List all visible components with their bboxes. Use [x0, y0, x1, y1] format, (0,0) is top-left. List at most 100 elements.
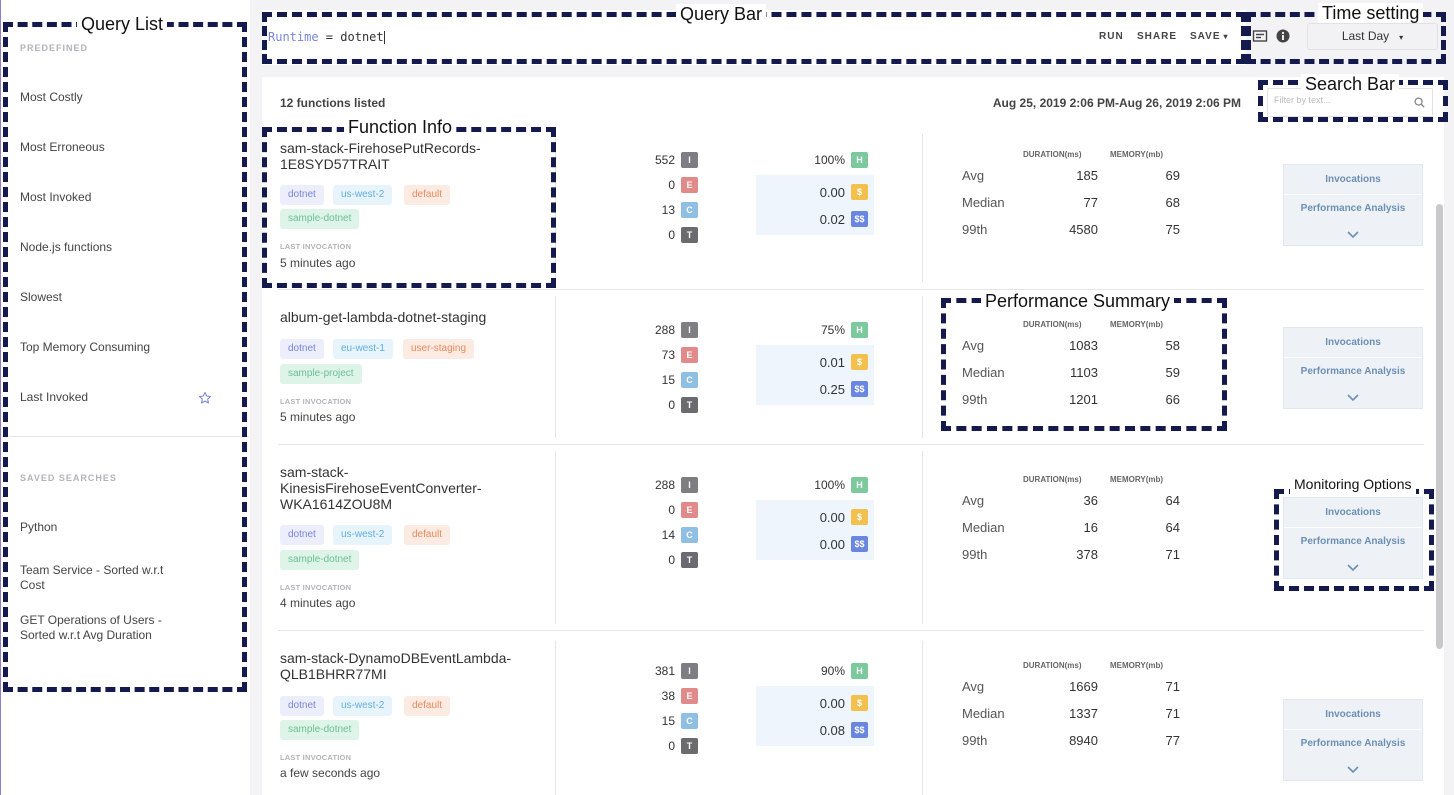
- tag-project[interactable]: sample-dotnet: [280, 720, 360, 740]
- invocations-count: 288: [654, 323, 675, 337]
- performance-analysis-button[interactable]: Performance Analysis: [1284, 729, 1422, 757]
- avg-label: Avg: [962, 679, 985, 694]
- last-invocation-label: LAST INVOCATION: [280, 753, 352, 762]
- tag-runtime[interactable]: dotnet: [280, 525, 324, 545]
- avg-label: Avg: [962, 493, 985, 508]
- column-divider: [922, 641, 923, 795]
- cost-total-value: 0.08: [819, 723, 845, 738]
- invocations-button[interactable]: Invocations: [1284, 701, 1422, 729]
- memory-header: MEMORY(mb): [1110, 150, 1164, 159]
- cost-value: 0.00: [819, 510, 845, 525]
- scrollbar[interactable]: [1436, 204, 1443, 649]
- median-memory: 68: [1165, 195, 1180, 210]
- function-row[interactable]: sam-stack-DynamoDBEventLambda-QLB1BHRR77…: [262, 631, 1424, 795]
- timeouts-count: 0: [668, 553, 675, 567]
- median-label: Median: [962, 520, 1005, 535]
- cost-total-value: 0.02: [819, 212, 845, 227]
- p99-memory: 77: [1165, 733, 1180, 748]
- expand-chevron-icon[interactable]: [1284, 226, 1422, 244]
- p99-label: 99th: [962, 222, 988, 237]
- last-invocation-label: LAST INVOCATION: [280, 583, 352, 592]
- health-value: 90%: [820, 664, 845, 678]
- p99-duration: 378: [1076, 547, 1098, 562]
- query-bar-annotation-label: Query Bar: [676, 4, 767, 24]
- functions-count: 12 functions listed: [280, 96, 386, 110]
- expand-chevron-icon[interactable]: [1284, 761, 1422, 779]
- search-bar-annotation-label: Search Bar: [1301, 74, 1400, 94]
- errors-count: 38: [661, 689, 675, 703]
- duration-header: DURATION(ms): [1023, 661, 1082, 670]
- invocations-button[interactable]: Invocations: [1284, 166, 1422, 194]
- cold-starts-count: 13: [661, 203, 675, 217]
- column-divider: [555, 451, 556, 624]
- cold-starts-count: 14: [661, 528, 675, 542]
- function-row[interactable]: album-get-lambda-dotnet-staging dotnet e…: [262, 290, 1424, 444]
- tag-region[interactable]: us-west-2: [333, 696, 393, 716]
- date-range: Aug 25, 2019 2:06 PM-Aug 26, 2019 2:06 P…: [992, 96, 1241, 110]
- monitoring-options-annotation-box: [1274, 489, 1434, 591]
- last-invocation-value: a few seconds ago: [280, 766, 381, 780]
- timeouts-count: 0: [668, 228, 675, 242]
- performance-analysis-button[interactable]: Performance Analysis: [1284, 357, 1422, 385]
- monitoring-options: Invocations Performance Analysis: [1283, 699, 1423, 781]
- avg-duration: 1669: [1069, 679, 1098, 694]
- tag-region[interactable]: us-west-2: [333, 525, 393, 545]
- tag-region[interactable]: eu-west-1: [333, 339, 393, 359]
- errors-badge: E: [681, 688, 698, 704]
- expand-chevron-icon[interactable]: [1284, 389, 1422, 407]
- tag-environment[interactable]: default: [404, 696, 451, 716]
- timeouts-count: 0: [668, 739, 675, 753]
- last-invocation-value: 4 minutes ago: [280, 596, 356, 610]
- avg-memory: 69: [1165, 168, 1180, 183]
- cost-total-value: 0.25: [819, 382, 845, 397]
- timeouts-badge: T: [681, 552, 698, 568]
- p99-memory: 71: [1165, 547, 1180, 562]
- memory-header: MEMORY(mb): [1110, 661, 1164, 670]
- health-value: 100%: [814, 478, 845, 492]
- invocations-button[interactable]: Invocations: [1284, 329, 1422, 357]
- cost-value: 0.00: [819, 185, 845, 200]
- health-badge: H: [851, 152, 868, 168]
- cost-value: 0.00: [819, 696, 845, 711]
- p99-label: 99th: [962, 547, 988, 562]
- monitoring-options-annotation-label: Monitoring Options: [1290, 474, 1416, 494]
- errors-count: 73: [661, 348, 675, 362]
- cost-badge: $: [851, 695, 868, 711]
- tag-runtime[interactable]: dotnet: [280, 339, 324, 359]
- cost-total-badge: $$: [851, 722, 868, 738]
- cold-starts-badge: C: [681, 372, 698, 388]
- time-setting-annotation-label: Time setting: [1318, 3, 1424, 23]
- avg-label: Avg: [962, 168, 985, 183]
- tag-project[interactable]: sample-project: [280, 364, 362, 384]
- health-badge: H: [851, 322, 868, 338]
- duration-header: DURATION(ms): [1023, 150, 1082, 159]
- duration-header: DURATION(ms): [1023, 475, 1082, 484]
- function-name[interactable]: sam-stack-KinesisFirehoseEventConverter-…: [280, 464, 510, 512]
- cost-total-badge: $$: [851, 381, 868, 397]
- tag-project[interactable]: sample-dotnet: [280, 550, 360, 570]
- performance-analysis-button[interactable]: Performance Analysis: [1284, 194, 1422, 222]
- tag-environment[interactable]: user-staging: [403, 339, 475, 359]
- last-invocation-label: LAST INVOCATION: [280, 397, 352, 406]
- tag-runtime[interactable]: dotnet: [280, 696, 324, 716]
- cold-starts-badge: C: [681, 527, 698, 543]
- performance-summary-annotation-box: [941, 298, 1227, 431]
- health-value: 75%: [820, 323, 845, 337]
- median-label: Median: [962, 195, 1005, 210]
- timeouts-badge: T: [681, 227, 698, 243]
- errors-count: 0: [668, 503, 675, 517]
- invocations-badge: I: [681, 477, 698, 493]
- function-name[interactable]: album-get-lambda-dotnet-staging: [280, 309, 540, 325]
- query-list-annotation-box: [3, 22, 247, 692]
- function-info-annotation-box: [262, 127, 556, 288]
- function-row[interactable]: sam-stack-KinesisFirehoseEventConverter-…: [262, 445, 1424, 630]
- cost-total-value: 0.00: [819, 537, 845, 552]
- tag-environment[interactable]: default: [404, 525, 451, 545]
- invocations-badge: I: [681, 322, 698, 338]
- invocations-badge: I: [681, 152, 698, 168]
- p99-duration: 4580: [1069, 222, 1098, 237]
- invocations-count: 381: [654, 664, 675, 678]
- p99-label: 99th: [962, 733, 988, 748]
- function-name[interactable]: sam-stack-DynamoDBEventLambda-QLB1BHRR77…: [280, 650, 530, 682]
- errors-count: 0: [668, 178, 675, 192]
